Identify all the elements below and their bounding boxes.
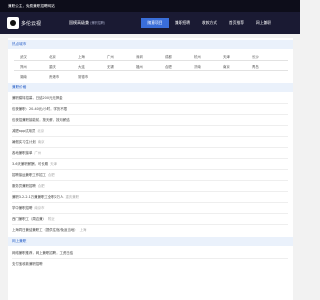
list-item[interactable]: 支付宝收款兼职招聘 bbox=[12, 259, 282, 269]
list-item[interactable]: 西门兼职工（周边兼） 附近 bbox=[12, 214, 282, 224]
list-item[interactable]: 减肥app试用员 北京 bbox=[12, 126, 282, 136]
list-item-note: 合肥 bbox=[47, 173, 55, 177]
city-link[interactable]: 南京 bbox=[223, 64, 230, 69]
main-content: 热点城市 武汉 北京 上海 广州 深圳 成都 杭州 天津 长沙 郑州 重庆 大连… bbox=[8, 38, 293, 300]
list-item[interactable]: 暑假实习生计划 南京 bbox=[12, 137, 282, 147]
list-item-text: 学中兼职招聘 bbox=[12, 206, 33, 210]
list-item[interactable]: 学中兼职招聘 南京市 bbox=[12, 203, 282, 213]
city-link[interactable]: 青岛 bbox=[252, 64, 259, 69]
top-announcement-bar: 兼职公主，免费兼职招聘网站 bbox=[0, 0, 300, 12]
top-announcement-text: 兼职公主，免费兼职招聘网站 bbox=[8, 4, 55, 8]
brand-subtitle: (兼职招聘) bbox=[90, 21, 106, 25]
list-item[interactable]: 兼职3.2-2.1万兼兼职工全职2万人 重庆兼职 bbox=[12, 192, 282, 202]
list-item[interactable]: 网络兼职推荐，网上兼职招聘，工资日结 bbox=[12, 248, 282, 258]
city-link[interactable]: 成都 bbox=[165, 54, 172, 59]
list-item[interactable]: 兼职模特招募，日结200元无押金 bbox=[12, 93, 282, 103]
list-item-text: 减肥app试用员 bbox=[12, 129, 36, 133]
list-item-text: 包夜招兼职接能前，按天薪，按月薪结 bbox=[12, 118, 70, 122]
city-link[interactable]: 合肥 bbox=[165, 64, 172, 69]
city-link[interactable]: 贵港市 bbox=[49, 74, 59, 79]
site-logo[interactable]: 多伦云视 bbox=[7, 16, 67, 30]
list-item[interactable]: 服务员兼职招聘 合肥 bbox=[12, 181, 282, 191]
tips-section-title: 网上兼职 bbox=[8, 237, 293, 246]
list-item-note: 南京 bbox=[37, 140, 45, 144]
city-link[interactable]: 北京 bbox=[49, 54, 56, 59]
list-item-text: 上海同日兼结兼职工（提供住宿/免返当地） bbox=[12, 228, 78, 232]
list-item-note: 北京 bbox=[37, 129, 45, 133]
brand-title: 国模高级兼(兼职招聘) bbox=[69, 20, 105, 26]
list-item-note: 天津 bbox=[50, 162, 57, 166]
list-item-note: 广州 bbox=[34, 151, 42, 155]
city-link[interactable]: 重庆 bbox=[49, 64, 56, 69]
list-item-note: 南京市 bbox=[34, 206, 45, 210]
list-item[interactable]: 包夜招兼职接能前，按天薪，按月薪结 bbox=[12, 115, 282, 125]
nav-item-3[interactable]: 首页推荐 bbox=[223, 18, 250, 28]
list-item[interactable]: 招聘接运兼职工作招工 合肥 bbox=[12, 170, 282, 180]
list-item[interactable]: 3-6天兼职薪酬，可长期 天津 bbox=[12, 159, 282, 169]
prices-section-title: 兼职价格 bbox=[8, 83, 293, 92]
city-link[interactable]: 常德市 bbox=[78, 74, 88, 79]
list-item[interactable]: 上海同日兼结兼职工（提供住宿/免返当地） 上海 bbox=[12, 225, 282, 235]
logo-icon bbox=[7, 17, 19, 29]
list-item[interactable]: 各地兼职接单 广州 bbox=[12, 148, 282, 158]
city-link[interactable]: 广州 bbox=[107, 54, 114, 59]
nav-item-4[interactable]: 网上兼职 bbox=[250, 18, 277, 28]
divider bbox=[14, 70, 288, 71]
city-link[interactable]: 福州 bbox=[136, 64, 143, 69]
list-item-text: 兼职3.2-2.1万兼兼职工全职2万人 bbox=[12, 195, 64, 199]
logo-text: 多伦云视 bbox=[21, 20, 42, 27]
list-item-note: 附近 bbox=[47, 217, 55, 221]
nav-item-1[interactable]: 兼职招聘 bbox=[169, 18, 196, 28]
divider bbox=[14, 60, 288, 61]
city-link[interactable]: 大连 bbox=[78, 64, 85, 69]
cities-section-title: 热点城市 bbox=[8, 40, 293, 49]
nav-item-2[interactable]: 收款方式 bbox=[196, 18, 223, 28]
city-link[interactable]: 深圳 bbox=[136, 54, 143, 59]
list-item-note: 上海 bbox=[79, 228, 87, 232]
city-link[interactable]: 天津 bbox=[223, 54, 230, 59]
site-header: 多伦云视 国模高级兼(兼职招聘) 随意项目 兼职招聘 收款方式 首页推荐 网上兼… bbox=[0, 12, 300, 34]
list-item-text: 包夜兼职：20-40元/小时，学历不限 bbox=[12, 107, 68, 111]
city-link[interactable]: 湖南 bbox=[20, 74, 27, 79]
main-nav: 随意项目 兼职招聘 收款方式 首页推荐 网上兼职 bbox=[141, 18, 277, 28]
list-item-text: 暑假实习生计划 bbox=[12, 140, 36, 144]
city-link[interactable]: 郑州 bbox=[20, 64, 27, 69]
city-link[interactable]: 上海 bbox=[78, 54, 85, 59]
list-item-note: 重庆兼职 bbox=[65, 195, 80, 199]
city-link[interactable]: 杭州 bbox=[194, 54, 201, 59]
list-item-text: 招聘接运兼职工作招工 bbox=[12, 173, 46, 177]
list-item-text: 西门兼职工（周边兼） bbox=[12, 217, 46, 221]
list-item-text: 各地兼职接单 bbox=[12, 151, 33, 155]
city-link[interactable]: 长沙 bbox=[252, 54, 259, 59]
list-item-note: 合肥 bbox=[37, 184, 45, 188]
list-item-text: 服务员兼职招聘 bbox=[12, 184, 36, 188]
city-link[interactable]: 无锡 bbox=[107, 64, 114, 69]
city-link[interactable]: 武汉 bbox=[20, 54, 27, 59]
city-link[interactable]: 济南 bbox=[194, 64, 201, 69]
brand-name: 国模高级兼 bbox=[69, 20, 89, 25]
list-item[interactable]: 包夜兼职：20-40元/小时，学历不限 bbox=[12, 104, 282, 114]
list-item-text: 兼职模特招募，日结200元无押金 bbox=[12, 96, 63, 100]
list-item-text: 3-6天兼职薪酬，可长期 bbox=[12, 162, 49, 166]
nav-item-0[interactable]: 随意项目 bbox=[141, 18, 169, 28]
